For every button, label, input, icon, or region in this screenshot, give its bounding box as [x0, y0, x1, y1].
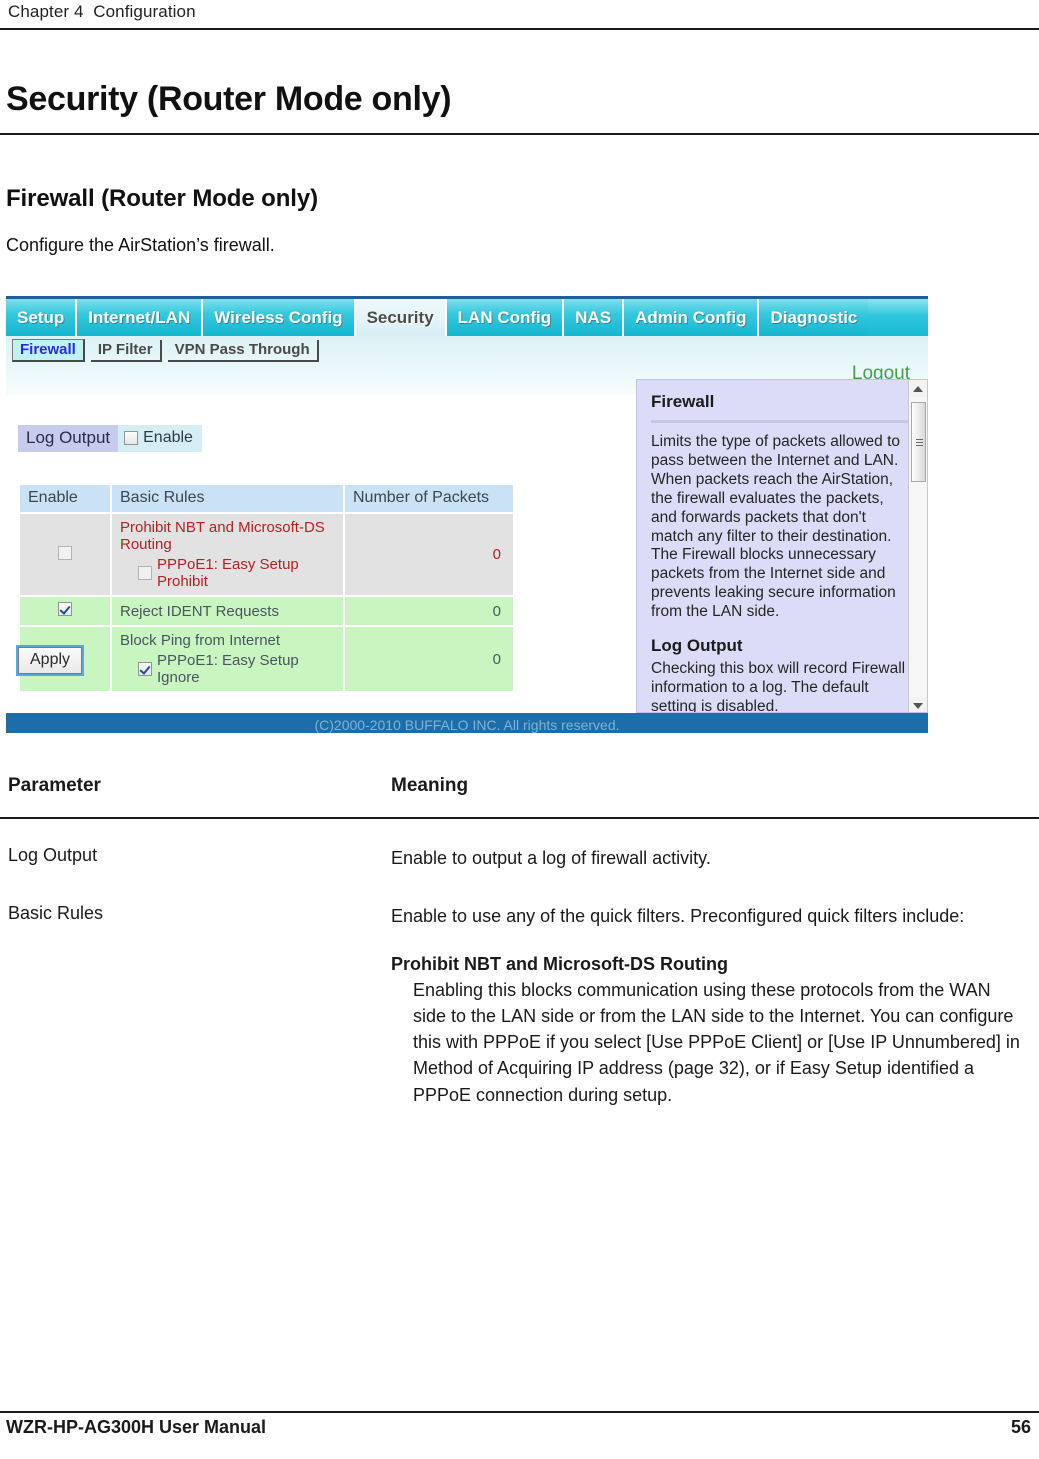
firewall-form: Log Output Enable Enable Basic Rules Num…: [6, 395, 636, 713]
tab-setup[interactable]: Setup: [6, 299, 78, 336]
footer-divider: [0, 1411, 1039, 1413]
rule-title: Block Ping from Internet: [120, 632, 281, 649]
rule-sub-option[interactable]: PPPoE1: Easy Setup Ignore: [120, 652, 335, 686]
param-row-log-output: Log Output Enable to output a log of fir…: [0, 845, 1039, 903]
param-sub-text: Enabling this blocks communication using…: [413, 980, 1020, 1105]
apply-button[interactable]: Apply: [15, 645, 85, 676]
rule-sub-label: PPPoE1: Easy Setup Ignore: [157, 652, 299, 686]
rule-checkbox-prohibit-nbt[interactable]: [58, 545, 72, 560]
section-heading: Firewall (Router Mode only): [6, 185, 318, 212]
row-rule-cell: Reject IDENT Requests: [110, 595, 345, 627]
row-packets-cell: 0: [343, 512, 515, 597]
parameter-meaning-table: Parameter Meaning Log Output Enable to o…: [0, 775, 1039, 1183]
log-output-row: Log Output Enable: [18, 425, 202, 452]
table-row: Reject IDENT Requests 0: [18, 595, 515, 627]
param-name: Log Output: [8, 845, 98, 865]
help-divider: [651, 420, 911, 423]
tab-internet-lan[interactable]: Internet/LAN: [77, 299, 204, 336]
parameter-table-header: Parameter Meaning: [0, 775, 1039, 817]
row-enable-cell[interactable]: [18, 595, 112, 627]
row-rule-cell: Prohibit NBT and Microsoft-DS Routing PP…: [110, 512, 345, 597]
rule-checkbox-reject-ident[interactable]: [58, 602, 72, 616]
section-intro: Configure the AirStation’s firewall.: [6, 235, 275, 255]
row-rule-cell: Block Ping from Internet PPPoE1: Easy Se…: [110, 625, 345, 693]
row-enable-cell[interactable]: [18, 512, 112, 597]
log-output-enable-label: Enable: [143, 429, 193, 446]
help-scrollbar[interactable]: [908, 380, 927, 712]
rule-title: Reject IDENT Requests: [120, 602, 279, 620]
header-divider: [0, 28, 1039, 30]
help-body: Firewall Limits the type of packets allo…: [637, 380, 927, 713]
rule-sub-option[interactable]: PPPoE1: Easy Setup Prohibit: [120, 556, 335, 590]
title-divider: [0, 133, 1039, 135]
scrollbar-thumb[interactable]: [911, 402, 926, 482]
param-row-basic-rules: Basic Rules Enable to use any of the qui…: [0, 903, 1039, 1183]
tab-diagnostic[interactable]: Diagnostic: [759, 299, 869, 336]
tab-security[interactable]: Security: [355, 299, 447, 336]
chapter-label: Chapter 4 Configuration: [8, 2, 196, 21]
log-output-label: Log Output: [18, 425, 119, 452]
parameter-table-divider: [0, 817, 1039, 819]
param-meaning: Enable to output a log of firewall activ…: [391, 848, 711, 868]
param-col-header: Parameter: [8, 775, 101, 796]
basic-rules-table: Enable Basic Rules Number of Packets Pro…: [18, 483, 515, 693]
tab-nas[interactable]: NAS: [564, 299, 625, 336]
footer-manual-name: WZR-HP-AG300H User Manual: [6, 1417, 267, 1437]
meaning-col-header: Meaning: [391, 775, 469, 796]
tab-lan-config[interactable]: LAN Config: [446, 299, 565, 336]
log-output-enable-field[interactable]: Enable: [118, 425, 202, 452]
scroll-up-icon[interactable]: [909, 380, 927, 397]
scroll-down-icon[interactable]: [909, 697, 927, 712]
rule-sub-checkbox-pppoe-ignore[interactable]: [138, 662, 152, 676]
row-packets-cell: 0: [343, 595, 515, 627]
scrollbar-grip-icon: [916, 439, 923, 446]
rule-title: Prohibit NBT and Microsoft-DS Routing: [120, 519, 325, 553]
help-sub-text: Checking this box will record Firewall i…: [651, 660, 906, 713]
col-header-number-of-packets: Number of Packets: [343, 483, 515, 514]
subtab-vpn-pass-through[interactable]: VPN Pass Through: [167, 339, 319, 362]
footer-page-number: 56: [1010, 1417, 1031, 1437]
help-sub-title: Log Output: [651, 636, 743, 656]
param-name: Basic Rules: [8, 903, 104, 923]
param-sub-heading: Prohibit NBT and Microsoft-DS Routing: [391, 954, 728, 975]
col-header-enable: Enable: [18, 483, 112, 514]
table-row: Prohibit NBT and Microsoft-DS Routing PP…: [18, 512, 515, 597]
help-text: Limits the type of packets allowed to pa…: [651, 433, 900, 621]
row-packets-cell: 0: [343, 625, 515, 693]
subtab-ip-filter[interactable]: IP Filter: [90, 339, 162, 362]
subtab-firewall[interactable]: Firewall: [12, 339, 85, 362]
log-output-checkbox[interactable]: [124, 431, 139, 445]
help-panel: Firewall Limits the type of packets allo…: [636, 379, 928, 713]
help-title: Firewall: [651, 392, 715, 411]
tab-admin-config[interactable]: Admin Config: [624, 299, 760, 336]
router-ui-screenshot: Setup Internet/LAN Wireless Config Secur…: [6, 296, 928, 733]
rule-sub-label: PPPoE1: Easy Setup Prohibit: [157, 556, 299, 590]
page-header: Chapter 4 Configuration: [0, 0, 1039, 28]
copyright-bar: (C)2000-2010 BUFFALO INC. All rights res…: [6, 713, 928, 733]
tab-wireless-config[interactable]: Wireless Config: [203, 299, 356, 336]
page-title: Security (Router Mode only): [6, 80, 452, 118]
rule-sub-checkbox-pppoe-prohibit[interactable]: [138, 566, 152, 580]
sub-tab-group: Firewall IP Filter VPN Pass Through: [12, 339, 319, 362]
col-header-basic-rules: Basic Rules: [110, 483, 345, 514]
table-header-row: Enable Basic Rules Number of Packets: [18, 483, 515, 514]
main-tab-bar: Setup Internet/LAN Wireless Config Secur…: [6, 299, 928, 336]
param-meaning: Enable to use any of the quick filters. …: [391, 903, 1021, 1108]
param-meaning-text: Enable to use any of the quick filters. …: [391, 906, 965, 926]
table-row: Block Ping from Internet PPPoE1: Easy Se…: [18, 625, 515, 693]
